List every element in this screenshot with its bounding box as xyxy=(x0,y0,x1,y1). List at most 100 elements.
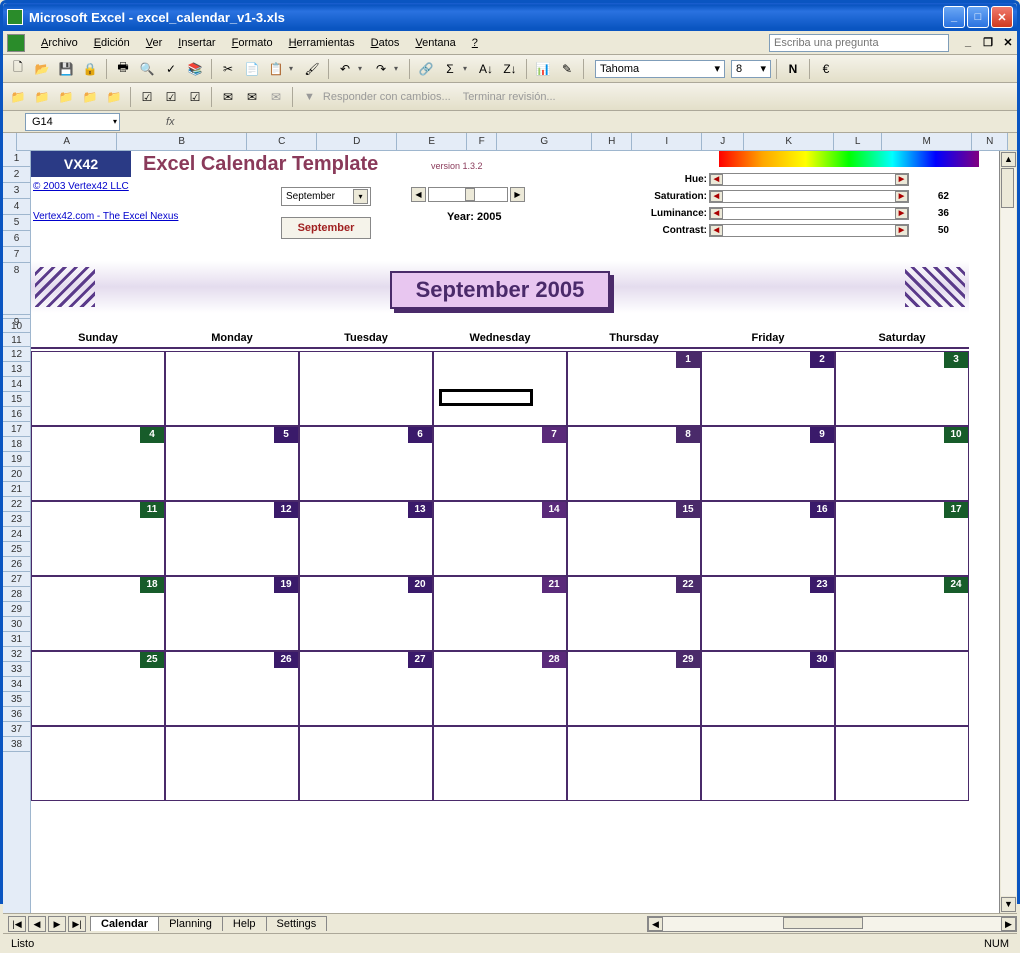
year-prev-button[interactable]: ◀ xyxy=(411,187,426,202)
row-header-29[interactable]: 29 xyxy=(3,602,30,617)
copyright-link[interactable]: © 2003 Vertex42 LLC xyxy=(33,181,129,192)
calendar-cell[interactable] xyxy=(31,726,165,801)
calendar-cell[interactable] xyxy=(165,726,299,801)
sort-asc-button[interactable]: A↓ xyxy=(475,58,497,80)
bold-button[interactable]: N xyxy=(782,58,804,80)
year-next-button[interactable]: ▶ xyxy=(510,187,525,202)
calendar-cell[interactable]: 10 xyxy=(835,426,969,501)
slider-dec-button[interactable]: ◀ xyxy=(710,191,723,202)
menu-insertar[interactable]: Insertar xyxy=(170,35,223,51)
review1-button[interactable]: ☑ xyxy=(136,86,158,108)
row-header-30[interactable]: 30 xyxy=(3,617,30,632)
col-header-M[interactable]: M xyxy=(882,133,972,150)
scroll-right-button[interactable]: ▶ xyxy=(1001,917,1016,931)
calendar-cell[interactable]: 25 xyxy=(31,651,165,726)
drawing-button[interactable]: ✎ xyxy=(556,58,578,80)
calendar-cell[interactable]: 7 xyxy=(433,426,567,501)
col-header-F[interactable]: F xyxy=(467,133,497,150)
menu-archivo[interactable]: Archivo xyxy=(33,35,86,51)
review6-button[interactable]: ✉ xyxy=(265,86,287,108)
calendar-cell[interactable]: 15 xyxy=(567,501,701,576)
chart-button[interactable]: 📊 xyxy=(532,58,554,80)
paste-dropdown[interactable]: ▾ xyxy=(289,64,299,73)
row-header-1[interactable]: 1 xyxy=(3,151,30,167)
menu-ventana[interactable]: Ventana xyxy=(407,35,463,51)
year-slider-thumb[interactable] xyxy=(465,188,475,201)
calendar-cell[interactable] xyxy=(31,351,165,426)
row-header-12[interactable]: 12 xyxy=(3,347,30,362)
calendar-cell[interactable]: 19 xyxy=(165,576,299,651)
font-size-select[interactable]: 8▾ xyxy=(731,60,771,78)
calendar-cell[interactable]: 27 xyxy=(299,651,433,726)
font-select[interactable]: Tahoma▾ xyxy=(595,60,725,78)
folder4-button[interactable]: 📁 xyxy=(79,86,101,108)
worksheet[interactable]: VX42 © 2003 Vertex42 LLC Vertex42.com - … xyxy=(31,151,999,913)
horizontal-scrollbar[interactable]: ◀ ▶ xyxy=(647,916,1017,932)
calendar-cell[interactable]: 1 xyxy=(567,351,701,426)
minimize-button[interactable]: _ xyxy=(943,6,965,28)
menu-edición[interactable]: Edición xyxy=(86,35,138,51)
doc-restore-button[interactable]: ❐ xyxy=(981,36,995,50)
calendar-cell[interactable] xyxy=(299,726,433,801)
col-header-A[interactable]: A xyxy=(17,133,117,150)
row-header-10[interactable]: 10 xyxy=(3,319,30,333)
folder2-button[interactable]: 📁 xyxy=(31,86,53,108)
calendar-cell[interactable]: 22 xyxy=(567,576,701,651)
row-header-34[interactable]: 34 xyxy=(3,677,30,692)
menu-herramientas[interactable]: Herramientas xyxy=(281,35,363,51)
scroll-down-button[interactable]: ▼ xyxy=(1001,897,1016,912)
calendar-cell[interactable]: 12 xyxy=(165,501,299,576)
doc-minimize-button[interactable]: _ xyxy=(961,36,975,50)
calendar-cell[interactable] xyxy=(299,351,433,426)
month-select[interactable]: September ▾ xyxy=(281,187,371,206)
calendar-cell[interactable]: 23 xyxy=(701,576,835,651)
row-header-36[interactable]: 36 xyxy=(3,707,30,722)
row-header-14[interactable]: 14 xyxy=(3,377,30,392)
row-header-33[interactable]: 33 xyxy=(3,662,30,677)
folder5-button[interactable]: 📁 xyxy=(103,86,125,108)
row-header-26[interactable]: 26 xyxy=(3,557,30,572)
sort-desc-button[interactable]: Z↓ xyxy=(499,58,521,80)
sheet-tab-help[interactable]: Help xyxy=(222,916,267,931)
row-header-17[interactable]: 17 xyxy=(3,422,30,437)
folder3-button[interactable]: 📁 xyxy=(55,86,77,108)
slider-saturation[interactable]: ◀▶ xyxy=(709,190,909,203)
calendar-cell[interactable]: 13 xyxy=(299,501,433,576)
slider-dec-button[interactable]: ◀ xyxy=(710,208,723,219)
row-header-25[interactable]: 25 xyxy=(3,542,30,557)
calendar-cell[interactable]: 26 xyxy=(165,651,299,726)
col-header-J[interactable]: J xyxy=(702,133,744,150)
vscroll-thumb[interactable] xyxy=(1001,168,1014,208)
calendar-cell[interactable]: 6 xyxy=(299,426,433,501)
folder1-button[interactable]: 📁 xyxy=(7,86,29,108)
review5-button[interactable]: ✉ xyxy=(241,86,263,108)
col-header-K[interactable]: K xyxy=(744,133,834,150)
format-painter-button[interactable]: 🖌 xyxy=(301,58,323,80)
undo-button[interactable]: ↶ xyxy=(334,58,356,80)
redo-dropdown[interactable]: ▾ xyxy=(394,64,404,73)
col-header-I[interactable]: I xyxy=(632,133,702,150)
autosum-button[interactable]: Σ xyxy=(439,58,461,80)
tab-nav-button[interactable]: |◀ xyxy=(8,916,26,932)
slider-contrast[interactable]: ◀▶ xyxy=(709,224,909,237)
col-header-E[interactable]: E xyxy=(397,133,467,150)
row-header-16[interactable]: 16 xyxy=(3,407,30,422)
row-header-5[interactable]: 5 xyxy=(3,215,30,231)
row-header-35[interactable]: 35 xyxy=(3,692,30,707)
save-button[interactable]: 💾 xyxy=(55,58,77,80)
calendar-cell[interactable]: 4 xyxy=(31,426,165,501)
calendar-cell[interactable]: 29 xyxy=(567,651,701,726)
slider-dec-button[interactable]: ◀ xyxy=(710,225,723,236)
review3-button[interactable]: ☑ xyxy=(184,86,206,108)
row-header-3[interactable]: 3 xyxy=(3,183,30,199)
scroll-left-button[interactable]: ◀ xyxy=(648,917,663,931)
menu-datos[interactable]: Datos xyxy=(363,35,408,51)
row-header-28[interactable]: 28 xyxy=(3,587,30,602)
cut-button[interactable]: ✂ xyxy=(217,58,239,80)
calendar-cell[interactable] xyxy=(701,726,835,801)
scroll-up-button[interactable]: ▲ xyxy=(1001,152,1016,167)
slider-luminance[interactable]: ◀▶ xyxy=(709,207,909,220)
row-header-4[interactable]: 4 xyxy=(3,199,30,215)
col-header-H[interactable]: H xyxy=(592,133,632,150)
vertical-scrollbar[interactable]: ▲ ▼ xyxy=(999,151,1017,913)
